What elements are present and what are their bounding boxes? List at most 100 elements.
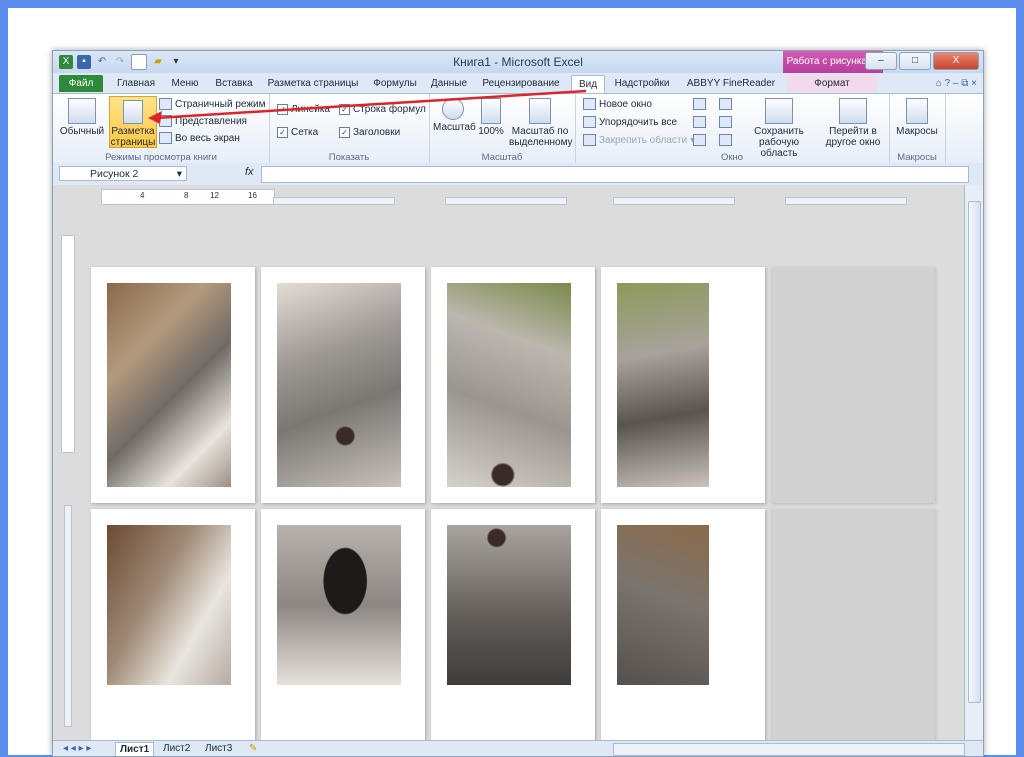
unhide-button[interactable]: [693, 134, 706, 146]
group-macros: Макросы Макросы: [889, 94, 946, 164]
macros-button[interactable]: Макросы: [893, 98, 941, 137]
tab-data[interactable]: Данные: [427, 75, 471, 92]
tab-review[interactable]: Рецензирование: [475, 75, 567, 92]
side-by-side-button[interactable]: [719, 98, 732, 110]
arrange-all-label: Упорядочить все: [599, 116, 678, 128]
grid-label: Сетка: [291, 127, 319, 138]
page-break-view-button[interactable]: Страничный режим: [159, 98, 265, 110]
freeze-panes-label: Закрепить области: [599, 134, 688, 146]
koala-photo-fragment[interactable]: [447, 525, 571, 685]
fullscreen-button[interactable]: Во весь экран: [159, 132, 240, 144]
koala-photo-fragment[interactable]: [447, 283, 571, 487]
split-button[interactable]: [693, 98, 706, 110]
formula-input[interactable]: [261, 166, 969, 183]
checkmark-icon: ✓: [339, 104, 350, 115]
tab-page-layout[interactable]: Разметка страницы: [263, 75, 363, 92]
normal-view-label: Обычный: [59, 126, 105, 137]
koala-photo-fragment[interactable]: [277, 283, 401, 487]
checkmark-icon: ✓: [277, 104, 288, 115]
hide-button[interactable]: [693, 116, 706, 128]
switch-windows-button[interactable]: Перейти в другое окно: [819, 98, 887, 148]
name-box[interactable]: Рисунок 2 ▾: [59, 166, 187, 181]
group-label-macros: Макросы: [897, 152, 937, 163]
workspace-icon: [765, 98, 793, 124]
tab-abbyy[interactable]: ABBYY FineReader 11: [681, 75, 781, 106]
unhide-icon: [693, 134, 706, 146]
ribbon-help-icons[interactable]: ⌂ ? – ⧉ ×: [887, 75, 977, 92]
koala-photo-fragment[interactable]: [617, 525, 709, 685]
group-label-views: Режимы просмотра книги: [105, 152, 217, 163]
sheet-tab-2[interactable]: Лист2: [159, 742, 194, 756]
koala-photo-fragment[interactable]: [107, 525, 231, 685]
ruler-checkbox[interactable]: ✓ Линейка: [277, 104, 330, 115]
group-label-zoom: Масштаб: [481, 152, 523, 163]
tab-file[interactable]: Файл: [59, 75, 103, 92]
horizontal-ruler: 4 8 12 16: [73, 189, 965, 205]
vertical-scrollbar[interactable]: [964, 185, 983, 740]
tab-view[interactable]: Вид: [571, 75, 605, 93]
page-layout-view-label: Разметка страницы: [110, 126, 156, 148]
zoom-100-button[interactable]: 100%: [477, 98, 505, 137]
window-controls: – □ X: [865, 52, 979, 70]
hide-icon: [693, 116, 706, 128]
save-workspace-button[interactable]: Сохранить рабочую область: [741, 98, 817, 159]
switch-windows-label: Перейти в другое окно: [825, 126, 881, 148]
tab-insert[interactable]: Вставка: [209, 75, 259, 92]
tab-menu[interactable]: Меню: [165, 75, 205, 92]
freeze-panes-button[interactable]: Закрепить области▾: [583, 134, 695, 146]
ruler-tick: 16: [248, 191, 257, 200]
group-window: Новое окно Упорядочить все Закрепить обл…: [575, 94, 890, 164]
macros-icon: [906, 98, 928, 124]
tab-home[interactable]: Главная: [111, 75, 161, 92]
tab-addins[interactable]: Надстройки: [609, 75, 675, 92]
group-label-window: Окно: [720, 152, 744, 163]
group-label-show: Показать: [328, 152, 370, 163]
page-layout-view-button[interactable]: Разметка страницы: [109, 96, 157, 148]
close-button[interactable]: X: [933, 52, 979, 70]
reset-position-button[interactable]: [719, 134, 732, 146]
maximize-button[interactable]: □: [899, 52, 931, 70]
sync-scroll-icon: [719, 116, 732, 128]
formula-bar-checkbox[interactable]: ✓ Строка формул: [339, 104, 426, 115]
koala-photo-fragment[interactable]: [107, 283, 231, 487]
arrange-icon: [583, 116, 596, 128]
koala-photo-fragment[interactable]: [277, 525, 401, 685]
grid-checkbox[interactable]: ✓ Сетка: [277, 127, 318, 138]
ruler-segment: [61, 235, 75, 453]
sync-scroll-button[interactable]: [719, 116, 732, 128]
minimize-button[interactable]: –: [865, 52, 897, 70]
checkmark-icon: ✓: [339, 127, 350, 138]
tab-format[interactable]: Формат: [787, 75, 877, 92]
new-window-button[interactable]: Новое окно: [583, 98, 652, 110]
custom-views-icon: [159, 115, 172, 127]
page-layout-area[interactable]: 4 8 12 16: [53, 185, 965, 740]
function-icon[interactable]: fx: [245, 166, 254, 178]
empty-page[interactable]: [771, 509, 935, 740]
empty-page[interactable]: [771, 267, 935, 503]
insert-sheet-icon[interactable]: ✎: [245, 742, 261, 756]
normal-view-button[interactable]: Обычный: [59, 98, 105, 137]
tab-formulas[interactable]: Формулы: [367, 75, 423, 92]
scroll-thumb[interactable]: [968, 201, 981, 703]
horizontal-scrollbar[interactable]: [613, 743, 965, 756]
fullscreen-label: Во весь экран: [175, 132, 240, 144]
zoom-button[interactable]: Масштаб: [433, 98, 476, 133]
switch-windows-icon: [839, 98, 867, 124]
reset-position-icon: [719, 134, 732, 146]
arrange-all-button[interactable]: Упорядочить все: [583, 116, 677, 128]
sheet-nav-arrows-icon[interactable]: ◂ ◂ ▸ ▸: [59, 742, 95, 756]
dropdown-arrow-icon[interactable]: ▾: [177, 167, 182, 182]
ruler-segment: [64, 505, 72, 727]
zoom-to-selection-button[interactable]: Масштаб по выделенному: [509, 98, 573, 148]
split-icon: [693, 98, 706, 110]
group-workbook-views: Обычный Разметка страницы Страничный реж…: [53, 94, 270, 164]
group-zoom: Масштаб 100% Масштаб по выделенному Масш…: [429, 94, 576, 164]
custom-views-button[interactable]: Представления: [159, 115, 247, 127]
ribbon-view: Обычный Разметка страницы Страничный реж…: [53, 93, 983, 165]
ruler-label: Линейка: [291, 104, 330, 115]
sheet-tabs-bar: ◂ ◂ ▸ ▸ Лист1 Лист2 Лист3 ✎: [53, 740, 983, 756]
sheet-tab-3[interactable]: Лист3: [201, 742, 236, 756]
ribbon-tabs: Файл Главная Меню Вставка Разметка стран…: [53, 73, 983, 106]
koala-photo-fragment[interactable]: [617, 283, 709, 487]
headings-checkbox[interactable]: ✓ Заголовки: [339, 127, 400, 138]
